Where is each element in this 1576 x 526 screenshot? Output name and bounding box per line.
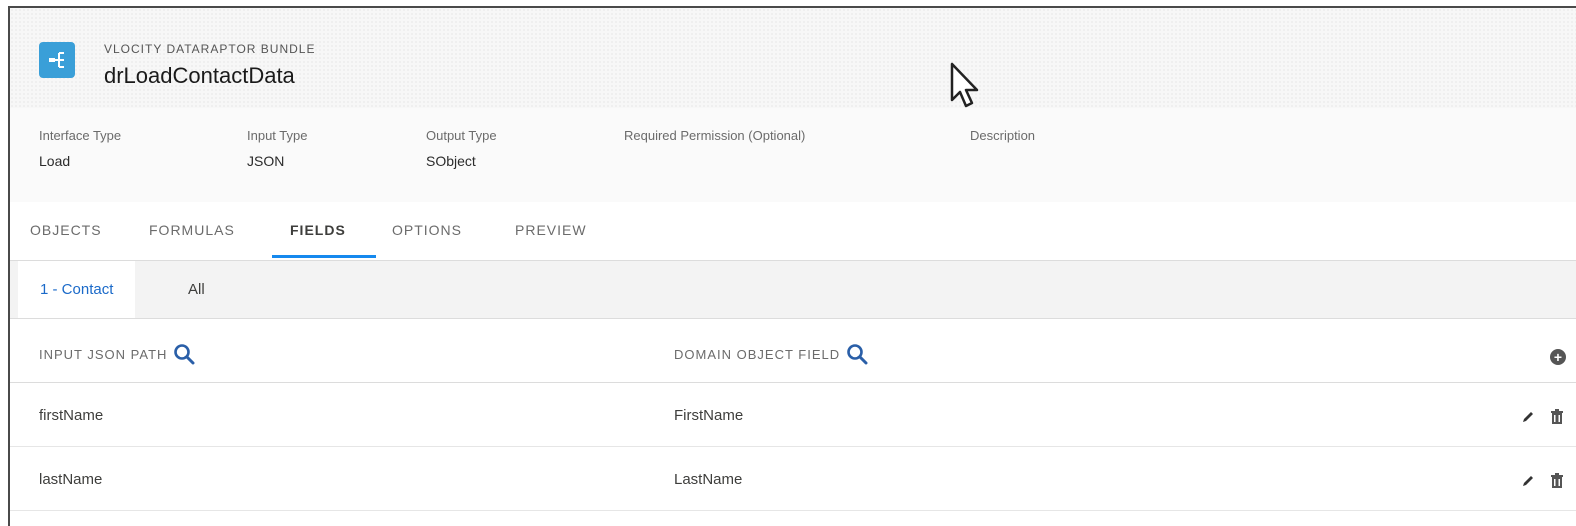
table-row: lastName LastName <box>10 447 1576 511</box>
detail-interface-type: Interface Type Load <box>39 128 121 169</box>
column-label: INPUT JSON PATH <box>39 346 168 362</box>
object-subtab-bar: 1 - Contact All <box>10 261 1576 319</box>
search-icon[interactable] <box>846 343 868 365</box>
add-icon[interactable]: + <box>1550 349 1566 365</box>
row-actions <box>1520 409 1564 430</box>
cell-input-json-path: lastName <box>39 471 103 488</box>
cell-domain-object-field: FirstName <box>674 407 744 424</box>
detail-label: Interface Type <box>39 128 122 143</box>
tab-objects[interactable]: OBJECTS <box>30 222 102 238</box>
details-panel: Interface Type Load Input Type JSON Outp… <box>10 108 1576 203</box>
detail-input-type: Input Type JSON <box>247 128 307 169</box>
detail-label: Required Permission (Optional) <box>624 128 806 143</box>
dataraptor-icon <box>39 42 75 78</box>
cell-domain-object-field: LastName <box>674 471 743 488</box>
active-tab-indicator <box>272 255 376 258</box>
column-header-domain-object-field: DOMAIN OBJECT FIELD <box>674 343 868 365</box>
tab-preview[interactable]: PREVIEW <box>515 222 587 238</box>
detail-label: Output Type <box>426 128 497 143</box>
detail-output-type: Output Type SObject <box>426 128 497 169</box>
detail-label: Input Type <box>247 128 308 143</box>
app-frame: VLOCITY DATARAPTOR BUNDLE drLoadContactD… <box>8 6 1576 526</box>
table-header: INPUT JSON PATH DOMAIN OBJECT FIELD + <box>10 319 1576 383</box>
cell-input-json-path: firstName <box>39 407 104 424</box>
column-header-input-json-path: INPUT JSON PATH <box>39 343 195 365</box>
trash-icon[interactable] <box>1550 473 1564 494</box>
detail-label: Description <box>970 128 1036 143</box>
tab-options[interactable]: OPTIONS <box>392 222 462 238</box>
trash-icon[interactable] <box>1550 409 1564 430</box>
pencil-icon[interactable] <box>1520 473 1536 494</box>
subtab-1-contact[interactable]: 1 - Contact <box>18 261 136 318</box>
detail-value: Load <box>39 153 71 169</box>
column-label: DOMAIN OBJECT FIELD <box>674 346 841 362</box>
row-actions <box>1520 473 1564 494</box>
table-row: firstName FirstName <box>10 383 1576 447</box>
page-title: drLoadContactData <box>104 63 295 88</box>
detail-value: SObject <box>426 153 476 169</box>
subtab-all[interactable]: All <box>166 261 227 318</box>
detail-value: JSON <box>247 153 285 169</box>
tab-formulas[interactable]: FORMULAS <box>149 222 235 238</box>
pencil-icon[interactable] <box>1520 409 1536 430</box>
record-header: VLOCITY DATARAPTOR BUNDLE drLoadContactD… <box>10 8 1576 109</box>
record-type-label: VLOCITY DATARAPTOR BUNDLE <box>104 42 316 56</box>
detail-description: Description <box>970 128 1035 153</box>
detail-required-permission: Required Permission (Optional) <box>624 128 805 153</box>
tab-fields[interactable]: FIELDS <box>290 222 346 238</box>
tab-bar: OBJECTS FORMULAS FIELDS OPTIONS PREVIEW <box>10 202 1576 261</box>
search-icon[interactable] <box>173 343 195 365</box>
